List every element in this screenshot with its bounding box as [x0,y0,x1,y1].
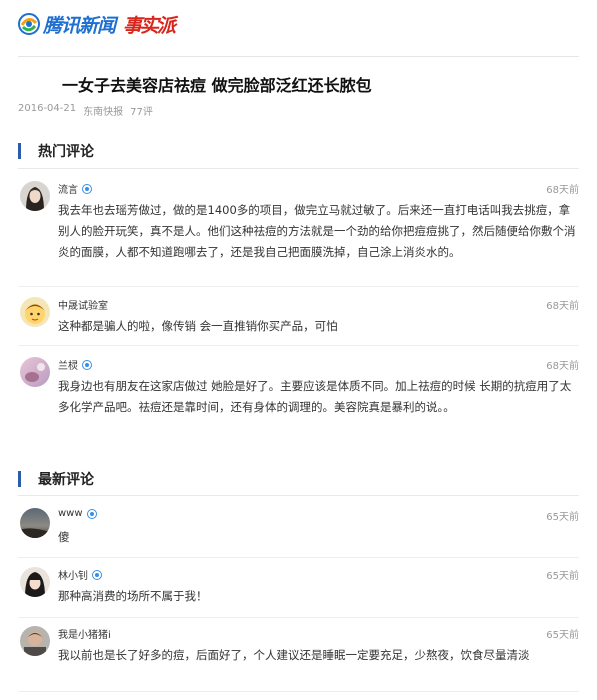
comment-divider [18,691,579,692]
comment-text: 我去年也去瑶芳做过，做的是1400多的项目，做完立马就过敏了。后来还一直打电话叫… [58,203,576,259]
comment-text: 傻 [58,530,70,544]
comment-text: 那种高消费的场所不属于我！ [58,589,208,603]
tencent-news-logo-icon [18,13,40,35]
avatar[interactable] [20,567,50,597]
username-text: 我是小猪猪i [58,630,111,641]
comment-time: 68天前 [546,185,579,196]
verified-icon [82,359,92,370]
comment-text: 我身边也有朋友在这家店做过 她脸是好了。主要应该是体质不同。加上祛痘的时候 长期… [58,379,572,414]
comment-username[interactable]: 林小钊 [58,567,102,582]
comment-item: 中晟试验室 68天前 这种都是骗人的啦，像传销 会一直推销你买产品，可怕 [18,297,579,349]
comment-text: 我以前也是长了好多的痘，后面好了，个人建议还是睡眠一定要充足，少熬夜，饮食尽量清… [58,648,530,662]
username-text: 林小钊 [58,571,88,582]
comment-item: 林小钊 65天前 那种高消费的场所不属于我！ [18,567,579,619]
hot-comments-title: 热门评论 [38,144,94,160]
section-accent-bar [18,143,21,159]
verified-icon [92,569,102,580]
article-date: 2016-04-21 [18,103,77,114]
comment-time: 65天前 [546,630,579,641]
username-text: www [58,508,83,519]
comment-divider [18,345,579,346]
avatar[interactable] [20,357,50,387]
comment-username[interactable]: 兰棂 [58,357,92,372]
section-divider [18,495,579,496]
section-accent-bar [18,471,21,487]
latest-comments-heading: 最新评论 [18,470,94,488]
username-text: 兰棂 [58,361,78,372]
article-title: 一女子去美容店祛痘 做完脸部泛红还长脓包 [62,76,372,95]
comment-item: 兰棂 68天前 我身边也有朋友在这家店做过 她脸是好了。主要应该是体质不同。加上… [18,357,579,443]
article-source[interactable]: 东南快报 [83,103,123,118]
comment-time: 68天前 [546,301,579,312]
username-text: 流言 [58,185,78,196]
comment-time: 65天前 [546,512,579,523]
tencent-news-logo[interactable]: 腾讯新闻 事实派 [18,11,176,37]
comment-text: 这种都是骗人的啦，像传销 会一直推销你买产品，可怕 [58,319,338,333]
verified-icon [82,183,92,194]
comment-divider [18,617,579,618]
logo-text: 腾讯新闻 [43,14,116,37]
shishipai-logo-text: 事实派 [123,14,176,37]
comment-username[interactable]: 中晟试验室 [58,297,108,312]
comment-time: 68天前 [546,361,579,372]
avatar[interactable] [20,626,50,656]
comment-divider [18,557,579,558]
verified-icon [86,508,97,519]
section-divider [18,168,579,169]
header-divider [18,56,579,57]
comment-username[interactable]: 流言 [58,181,92,196]
avatar[interactable] [20,508,50,538]
username-text: 中晟试验室 [58,301,108,312]
comment-item: www 65天前 傻 [18,508,579,560]
avatar[interactable] [20,297,50,327]
avatar[interactable] [20,181,50,211]
comment-username[interactable]: www [58,508,97,519]
comment-divider [18,286,579,287]
comment-time: 65天前 [546,571,579,582]
latest-comments-title: 最新评论 [38,472,94,488]
comment-item: 流言 68天前 我去年也去瑶芳做过，做的是1400多的项目，做完立马就过敏了。后… [18,181,579,287]
comment-item: 我是小猪猪i 65天前 我以前也是长了好多的痘，后面好了，个人建议还是睡眠一定要… [18,626,579,692]
article-comment-count[interactable]: 77评 [130,103,153,118]
comment-username[interactable]: 我是小猪猪i [58,626,111,641]
hot-comments-heading: 热门评论 [18,142,94,160]
article-meta: 2016-04-21 东南快报 77评 [18,103,153,118]
